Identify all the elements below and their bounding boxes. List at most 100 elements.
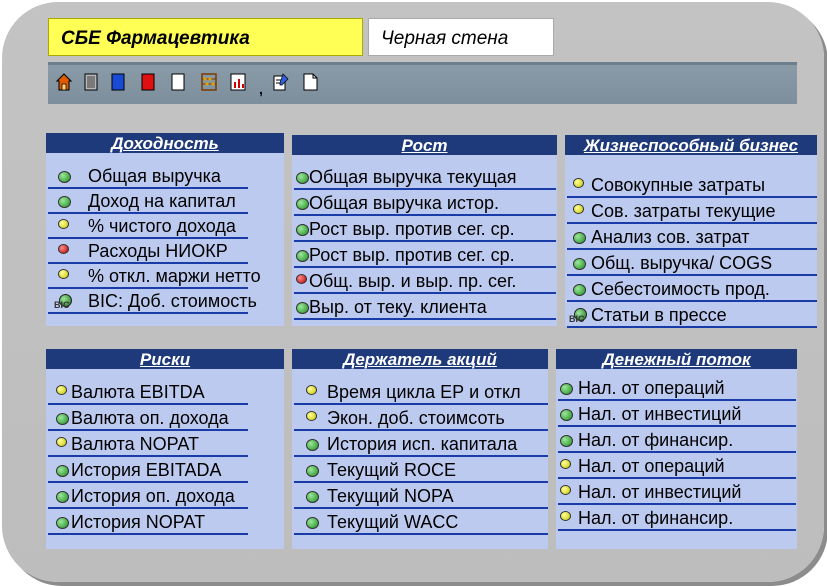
metric-row[interactable]: Совокупные затраты	[565, 172, 817, 198]
tab-pharmaceutics[interactable]: СБЕ Фармацевтика	[48, 18, 363, 56]
metric-label: История NOPAT	[71, 512, 206, 532]
metric-row[interactable]: Рост выр. против сег. ср.	[292, 216, 557, 242]
row-underline	[48, 533, 248, 535]
metric-label: Нал. от операций	[578, 456, 725, 476]
row-underline	[48, 312, 248, 314]
white-square-icon[interactable]	[170, 72, 186, 92]
metric-row[interactable]: Время цикла ЕР и откл	[292, 379, 548, 405]
metric-row[interactable]: История NOPAT	[46, 509, 284, 535]
metric-row[interactable]: Сов. затраты текущие	[565, 198, 817, 224]
yellow-status-icon	[573, 178, 584, 188]
metric-row[interactable]: Нал. от операций	[556, 453, 797, 479]
document-icon[interactable]	[302, 72, 318, 92]
blue-square-icon[interactable]	[110, 72, 126, 92]
green-status-icon	[296, 250, 309, 262]
metric-label: % откл. маржи нетто	[88, 266, 261, 286]
metric-row[interactable]: Общая выручка истор.	[292, 190, 557, 216]
metric-row[interactable]: Доход на капитал	[46, 188, 284, 214]
metric-row[interactable]: Нал. от инвестиций	[556, 479, 797, 505]
metric-row[interactable]: Общ. выр. и выр. пр. сег.	[292, 268, 557, 294]
panel-risks: Риски Валюта EBITDA Валюта оп. дохода Валю…	[46, 349, 284, 549]
metric-label: BIC: Доб. стоимость	[88, 291, 257, 311]
green-status-icon	[296, 224, 309, 236]
green-status-icon	[56, 517, 69, 529]
green-status-icon	[58, 196, 71, 208]
metric-row[interactable]: BIC BIC: Доб. стоимость	[46, 288, 284, 314]
tab-black-wall[interactable]: Черная стена	[368, 18, 554, 56]
metric-label: Общая выручка	[88, 166, 221, 186]
green-status-icon	[296, 198, 309, 210]
metric-row[interactable]: Нал. от инвестиций	[556, 401, 797, 427]
metric-row[interactable]: BIC Статьи в прессе	[565, 302, 817, 328]
red-square-icon[interactable]	[140, 72, 156, 92]
green-status-icon	[306, 517, 319, 529]
panel-growth: Рост Общая выручка текущая Общая выручка …	[292, 135, 557, 326]
metric-row[interactable]: % откл. маржи нетто	[46, 263, 284, 289]
metric-row[interactable]: Нал. от операций	[556, 375, 797, 401]
metric-row[interactable]: История оп. дохода	[46, 483, 284, 509]
metric-row[interactable]: Расходы НИОКР	[46, 238, 284, 264]
yellow-status-icon	[306, 411, 317, 421]
metric-row[interactable]: Текущий NOPA	[292, 483, 548, 509]
metric-row[interactable]: Экон. доб. стоимсоть	[292, 405, 548, 431]
edit-icon[interactable]	[273, 72, 289, 92]
metric-label: Общая выручка текущая	[309, 167, 517, 187]
metric-row[interactable]: Валюта EBITDA	[46, 379, 284, 405]
yellow-status-icon	[58, 219, 69, 229]
metric-label: Анализ сов. затрат	[591, 227, 750, 247]
yellow-status-icon	[306, 385, 317, 395]
metric-label: Рост выр. против сег. ср.	[309, 245, 515, 265]
chart-icon[interactable]	[230, 72, 246, 92]
metric-label: Нал. от финансир.	[578, 430, 734, 450]
metric-row[interactable]: Текущий WACC	[292, 509, 548, 535]
metric-row[interactable]: % чистого дохода	[46, 213, 284, 239]
metric-label: Текущий ROCE	[327, 460, 456, 480]
metric-label: Общ. выручка/ COGS	[591, 253, 773, 273]
metric-label: История EBITADA	[71, 460, 222, 480]
metric-row[interactable]: Нал. от финансир.	[556, 505, 797, 531]
metric-label: Расходы НИОКР	[88, 241, 228, 261]
metric-label: Статьи в прессе	[591, 305, 727, 325]
panel-cashflow: Денежный поток Нал. от операций Нал. от и…	[556, 349, 797, 549]
yellow-status-icon	[56, 437, 67, 447]
abacus-icon[interactable]	[201, 72, 217, 92]
metric-label: История оп. дохода	[71, 486, 235, 506]
metric-label: История исп. капитала	[327, 434, 518, 454]
yellow-status-icon	[560, 485, 571, 495]
metric-row[interactable]: Рост выр. против сег. ср.	[292, 242, 557, 268]
metric-label: Нал. от операций	[578, 378, 725, 398]
home-icon[interactable]	[56, 72, 72, 92]
row-underline	[294, 533, 548, 535]
metric-row[interactable]: История исп. капитала	[292, 431, 548, 457]
metric-row[interactable]: Выр. от теку. клиента	[292, 294, 557, 320]
green-status-icon	[56, 465, 69, 477]
green-status-icon	[58, 171, 71, 183]
metric-row[interactable]: Текущий ROCE	[292, 457, 548, 483]
panel-title: Держатель акций	[292, 349, 548, 369]
metric-row[interactable]: Общ. выручка/ COGS	[565, 250, 817, 276]
metric-row[interactable]: Анализ сов. затрат	[565, 224, 817, 250]
bic-indicator-label: BIC	[569, 314, 585, 324]
metric-row[interactable]: Валюта NOPAT	[46, 431, 284, 457]
yellow-status-icon	[573, 204, 584, 214]
yellow-status-icon	[58, 269, 69, 279]
metric-row[interactable]: История EBITADA	[46, 457, 284, 483]
metric-row[interactable]: Общая выручка текущая	[292, 164, 557, 190]
metric-label: Текущий NOPA	[327, 486, 454, 506]
green-status-icon	[306, 465, 319, 477]
separator-icon: ,	[259, 81, 263, 97]
metric-label: Валюта NOPAT	[71, 434, 200, 454]
yellow-status-icon	[56, 385, 67, 395]
green-status-icon	[296, 302, 309, 314]
gray-square-icon[interactable]	[83, 72, 99, 92]
panel-viable-business: Жизнеспособный бизнес Совокупные затраты…	[565, 135, 817, 328]
metric-row[interactable]: Общая выручка	[46, 163, 284, 189]
panel-title: Доходность	[46, 133, 284, 153]
panel-title: Рост	[292, 135, 557, 155]
metric-row[interactable]: Нал. от финансир.	[556, 427, 797, 453]
metric-label: Валюта оп. дохода	[71, 408, 229, 428]
metric-label: Доход на капитал	[88, 191, 236, 211]
metric-row[interactable]: Себестоимость прод.	[565, 276, 817, 302]
metric-row[interactable]: Валюта оп. дохода	[46, 405, 284, 431]
metric-label: Экон. доб. стоимсоть	[327, 408, 505, 428]
